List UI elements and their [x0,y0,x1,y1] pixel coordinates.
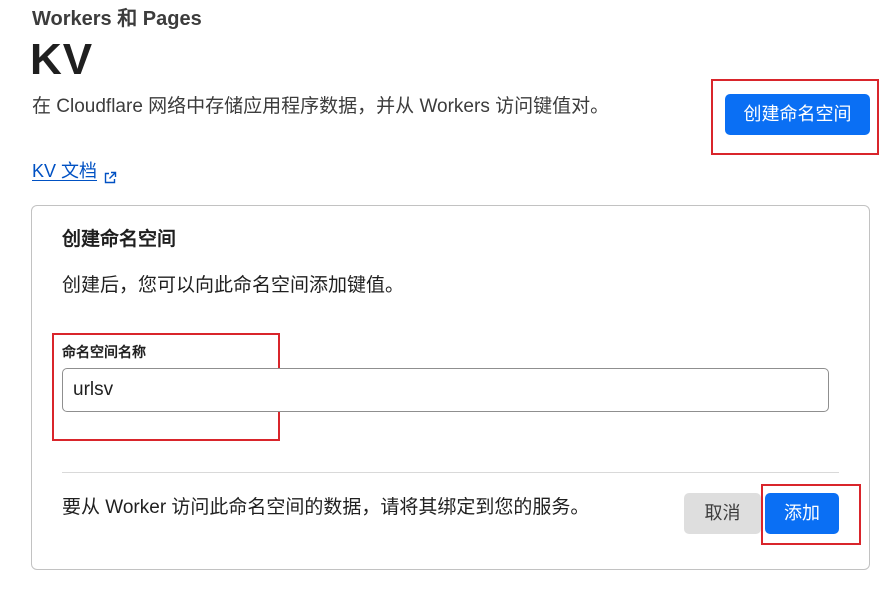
cancel-button[interactable]: 取消 [684,493,761,534]
page-title: KV [30,35,94,84]
namespace-name-label: 命名空间名称 [62,344,146,360]
external-link-icon [103,166,117,183]
namespace-name-input[interactable] [62,368,829,412]
card-divider [62,472,839,473]
card-description: 创建后，您可以向此命名空间添加键值。 [62,275,405,296]
create-namespace-button[interactable]: 创建命名空间 [725,94,870,135]
add-button[interactable]: 添加 [765,493,839,534]
kv-page: Workers 和 Pages KV 在 Cloudflare 网络中存储应用程… [0,0,890,596]
page-description: 在 Cloudflare 网络中存储应用程序数据，并从 Workers 访问键值… [32,96,610,117]
breadcrumb[interactable]: Workers 和 Pages [32,6,202,32]
kv-docs-link[interactable]: KV 文档 [32,158,117,184]
card-title: 创建命名空间 [62,229,177,250]
binding-hint-text: 要从 Worker 访问此命名空间的数据，请将其绑定到您的服务。 [62,497,590,518]
docs-link-label: KV 文档 [32,161,98,181]
